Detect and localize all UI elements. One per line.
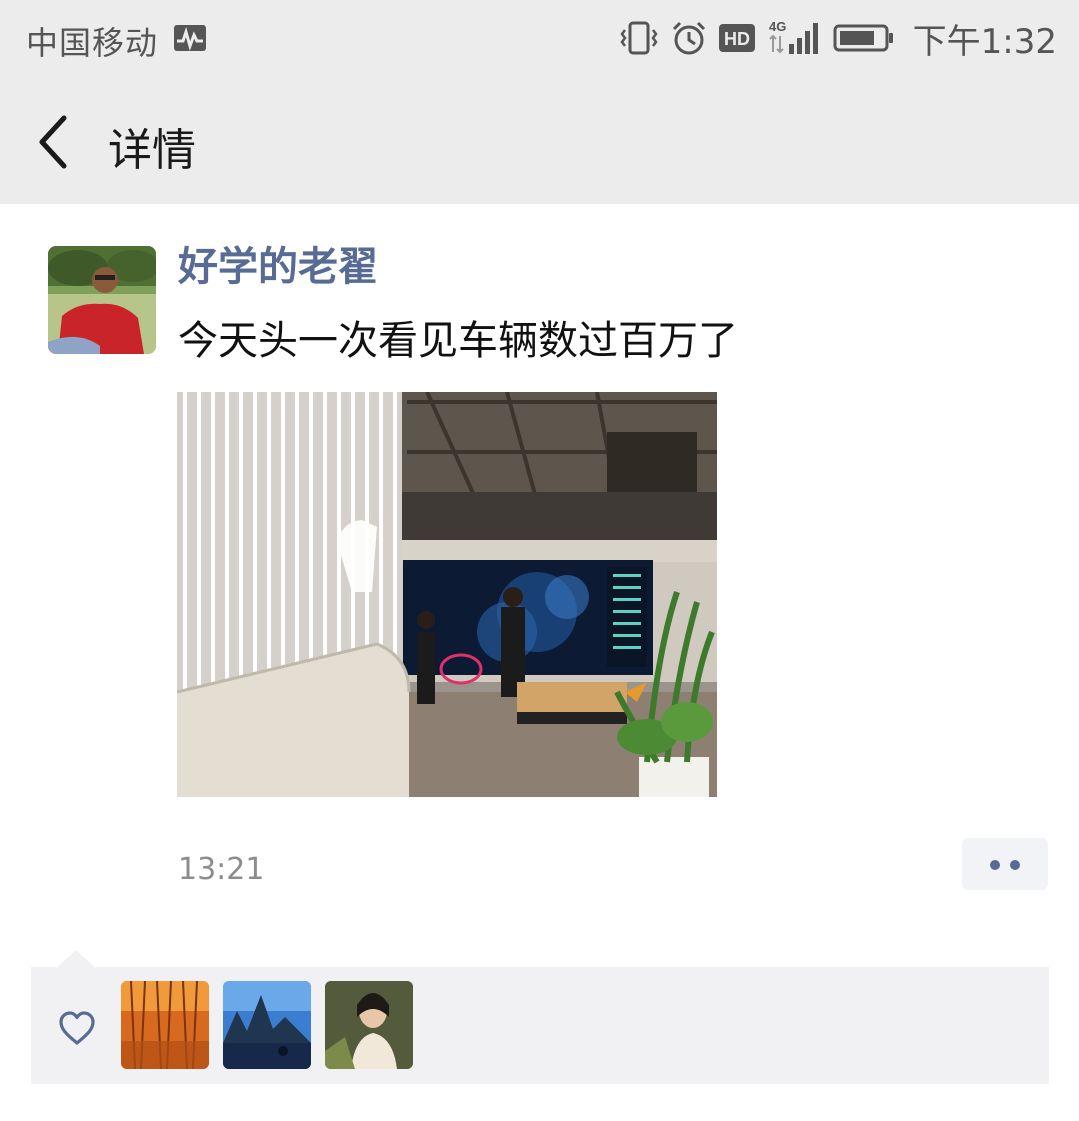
likes-pointer — [56, 950, 96, 968]
author-avatar[interactable] — [48, 246, 156, 354]
author-name[interactable]: 好学的老翟 — [178, 234, 378, 292]
liker-avatar-3[interactable] — [325, 981, 413, 1069]
status-bar: 中国移动 HD 4G 下午1:32 — [0, 0, 1079, 78]
page-title: 详情 — [108, 125, 196, 176]
liker-avatar-2[interactable] — [223, 981, 311, 1069]
status-icons: HD 4G 下午1:32 — [619, 14, 1057, 62]
post-timestamp: 13:21 — [178, 852, 265, 887]
back-button[interactable] — [30, 110, 78, 174]
post-text: 今天头一次看见车辆数过百万了 — [178, 318, 738, 364]
post-photo[interactable] — [177, 392, 717, 797]
signal-icon: 4G — [769, 19, 818, 54]
alarm-icon — [672, 21, 705, 55]
battery-icon — [833, 24, 893, 52]
more-dots-icon — [1010, 860, 1020, 870]
heart-outline-icon — [59, 1011, 95, 1045]
more-dots-icon — [990, 860, 1000, 870]
navigation-bar: 详情 — [0, 78, 1079, 204]
svg-text:HD: HD — [724, 29, 750, 49]
svg-text:4G: 4G — [769, 19, 786, 34]
vibrate-icon — [620, 21, 658, 55]
liker-avatar-1[interactable] — [121, 981, 209, 1069]
carrier-label: 中国移动 — [26, 24, 159, 62]
more-actions-button[interactable] — [962, 838, 1048, 890]
clock-time: 下午1:32 — [912, 21, 1057, 62]
activity-icon — [174, 25, 206, 51]
hd-icon: HD — [718, 24, 755, 52]
